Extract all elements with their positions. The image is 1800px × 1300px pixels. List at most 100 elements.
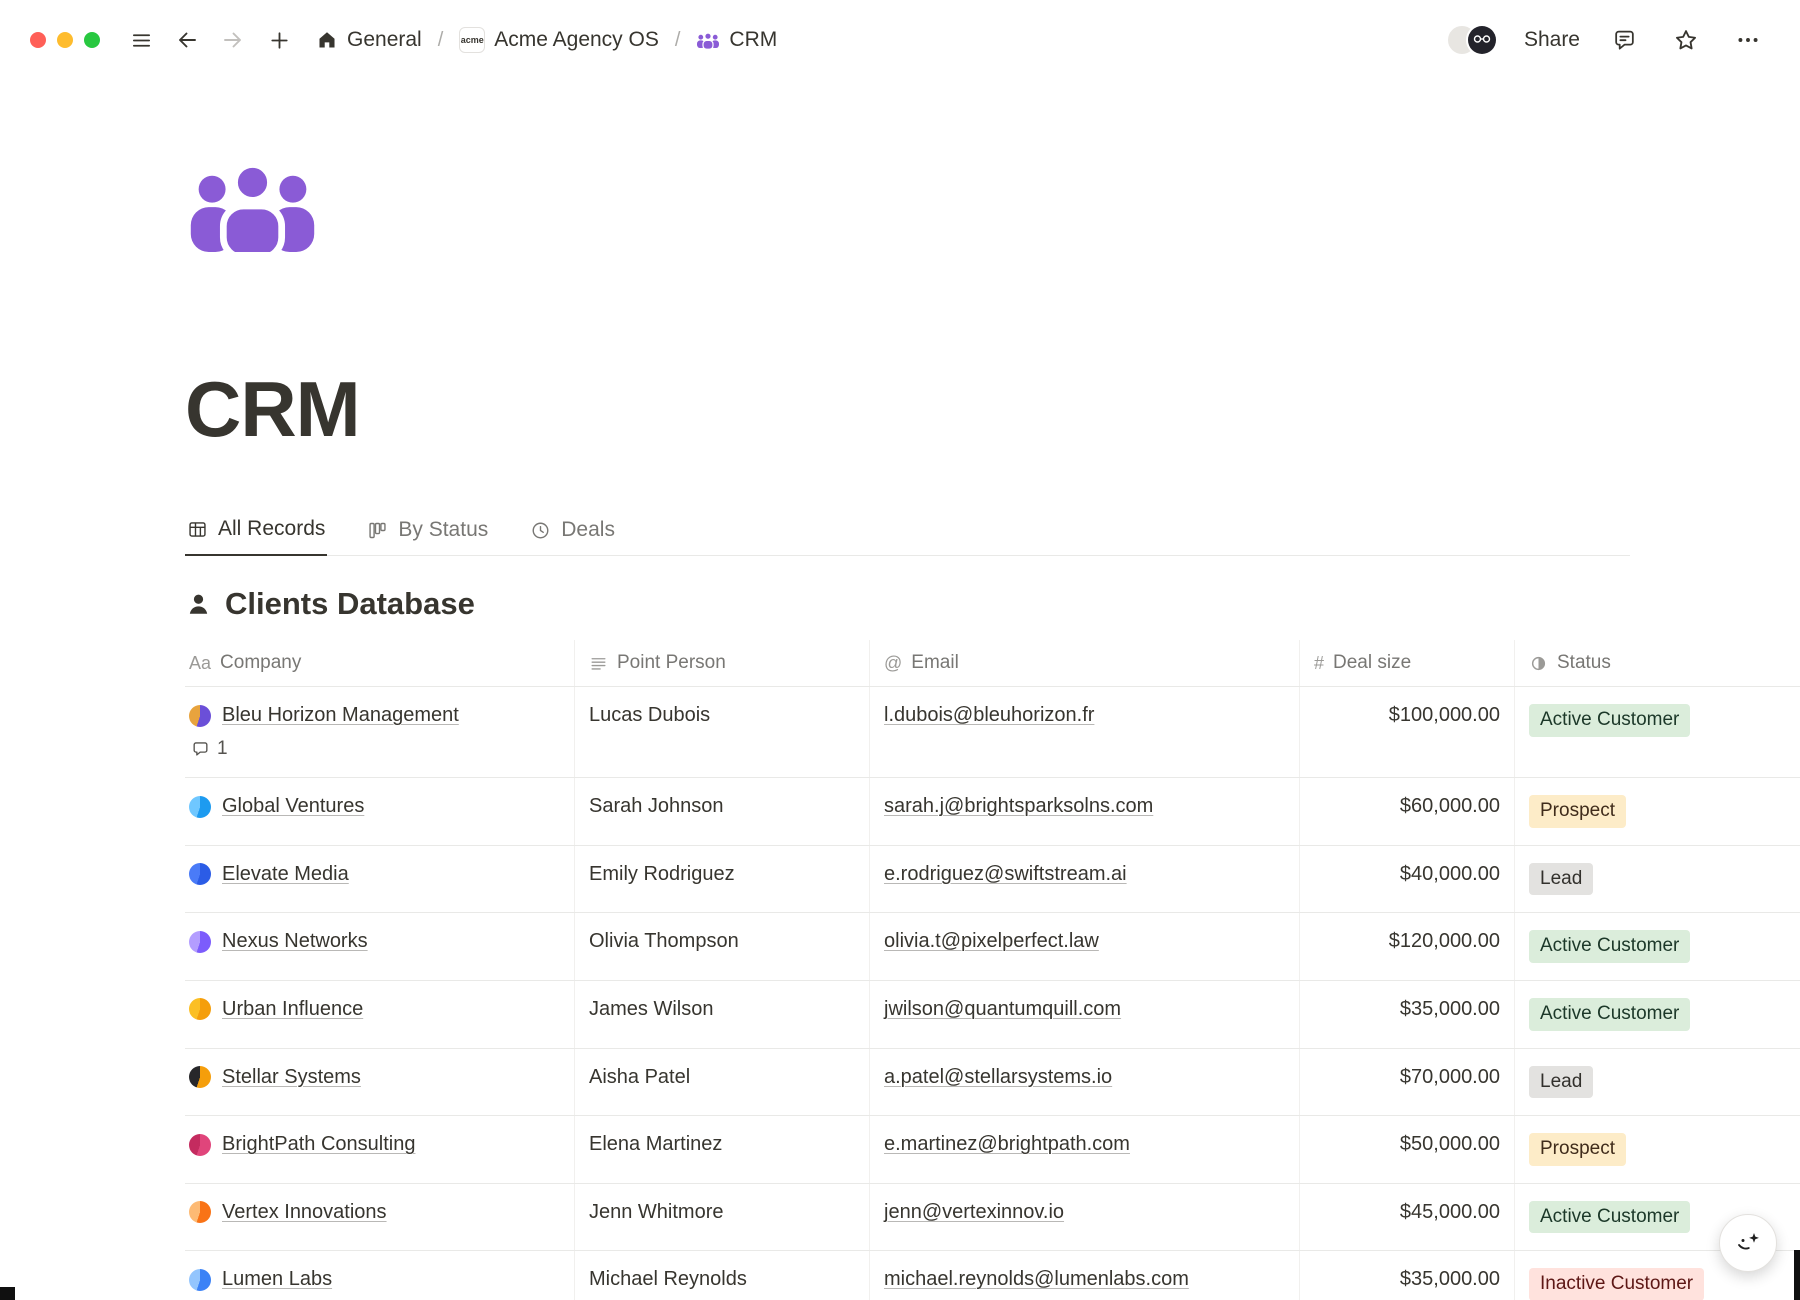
table-row[interactable]: Global Ventures Sarah Johnson sarah.j@br…: [185, 778, 1800, 846]
tab-deals[interactable]: Deals: [528, 509, 617, 556]
company-link[interactable]: BrightPath Consulting: [222, 1133, 415, 1156]
column-header-point-person[interactable]: Point Person: [575, 640, 870, 686]
status-badge[interactable]: Lead: [1529, 863, 1593, 896]
company-cell[interactable]: Bleu Horizon Management 1: [185, 687, 575, 777]
sidebar-menu-icon[interactable]: [124, 23, 158, 57]
company-cell[interactable]: Vertex Innovations: [185, 1184, 575, 1251]
table-row[interactable]: BrightPath Consulting Elena Martinez e.m…: [185, 1116, 1800, 1184]
email-cell[interactable]: e.martinez@brightpath.com: [870, 1116, 1300, 1183]
status-cell[interactable]: Prospect: [1515, 778, 1800, 845]
deal-size-cell[interactable]: $120,000.00: [1300, 913, 1515, 980]
company-link[interactable]: Vertex Innovations: [222, 1201, 387, 1224]
email-cell[interactable]: olivia.t@pixelperfect.law: [870, 913, 1300, 980]
tab-all-records[interactable]: All Records: [185, 509, 327, 556]
email-link[interactable]: jenn@vertexinnov.io: [884, 1201, 1064, 1223]
company-link[interactable]: Lumen Labs: [222, 1268, 332, 1291]
company-link[interactable]: Nexus Networks: [222, 930, 368, 953]
point-person-cell[interactable]: Aisha Patel: [575, 1049, 870, 1116]
status-badge[interactable]: Active Customer: [1529, 930, 1690, 963]
status-cell[interactable]: Lead: [1515, 846, 1800, 913]
company-cell[interactable]: Nexus Networks: [185, 913, 575, 980]
email-link[interactable]: jwilson@quantumquill.com: [884, 998, 1121, 1020]
company-cell[interactable]: Lumen Labs: [185, 1251, 575, 1300]
table-row[interactable]: Bleu Horizon Management 1 Lucas Dubois l…: [185, 687, 1800, 778]
deal-size-cell[interactable]: $100,000.00: [1300, 687, 1515, 777]
table-row[interactable]: Elevate Media Emily Rodriguez e.rodrigue…: [185, 846, 1800, 914]
point-person-cell[interactable]: Sarah Johnson: [575, 778, 870, 845]
breadcrumb-acme-agency-os[interactable]: acme Acme Agency OS: [453, 23, 665, 57]
email-link[interactable]: michael.reynolds@lumenlabs.com: [884, 1268, 1189, 1290]
status-badge[interactable]: Lead: [1529, 1066, 1593, 1099]
company-cell[interactable]: Stellar Systems: [185, 1049, 575, 1116]
email-cell[interactable]: michael.reynolds@lumenlabs.com: [870, 1251, 1300, 1300]
email-link[interactable]: e.martinez@brightpath.com: [884, 1133, 1130, 1155]
column-header-email[interactable]: @ Email: [870, 640, 1300, 686]
email-cell[interactable]: l.dubois@bleuhorizon.fr: [870, 687, 1300, 777]
status-cell[interactable]: Prospect: [1515, 1116, 1800, 1183]
company-link[interactable]: Bleu Horizon Management: [222, 704, 459, 727]
email-cell[interactable]: jwilson@quantumquill.com: [870, 981, 1300, 1048]
point-person-cell[interactable]: Emily Rodriguez: [575, 846, 870, 913]
status-badge[interactable]: Prospect: [1529, 1133, 1626, 1166]
share-button[interactable]: Share: [1524, 28, 1580, 52]
avatar[interactable]: [1466, 24, 1498, 56]
forward-icon[interactable]: [216, 23, 250, 57]
email-cell[interactable]: e.rodriguez@swiftstream.ai: [870, 846, 1300, 913]
deal-size-cell[interactable]: $45,000.00: [1300, 1184, 1515, 1251]
email-link[interactable]: e.rodriguez@swiftstream.ai: [884, 863, 1127, 885]
email-link[interactable]: sarah.j@brightsparksolns.com: [884, 795, 1153, 817]
point-person-cell[interactable]: Elena Martinez: [575, 1116, 870, 1183]
company-cell[interactable]: BrightPath Consulting: [185, 1116, 575, 1183]
close-window-button[interactable]: [30, 32, 46, 48]
company-link[interactable]: Stellar Systems: [222, 1066, 361, 1089]
table-row[interactable]: Stellar Systems Aisha Patel a.patel@stel…: [185, 1049, 1800, 1117]
breadcrumb-general[interactable]: General: [310, 24, 428, 56]
table-row[interactable]: Nexus Networks Olivia Thompson olivia.t@…: [185, 913, 1800, 981]
deal-size-cell[interactable]: $35,000.00: [1300, 981, 1515, 1048]
point-person-cell[interactable]: Jenn Whitmore: [575, 1184, 870, 1251]
column-header-deal-size[interactable]: # Deal size: [1300, 640, 1515, 686]
status-cell[interactable]: Active Customer: [1515, 913, 1800, 980]
company-link[interactable]: Urban Influence: [222, 998, 363, 1021]
company-comments[interactable]: 1: [189, 738, 560, 760]
collaborator-avatars[interactable]: [1456, 24, 1498, 56]
email-link[interactable]: olivia.t@pixelperfect.law: [884, 930, 1099, 952]
deal-size-cell[interactable]: $35,000.00: [1300, 1251, 1515, 1300]
table-row[interactable]: Lumen Labs Michael Reynolds michael.reyn…: [185, 1251, 1800, 1300]
column-header-status[interactable]: Status: [1515, 640, 1800, 686]
more-options-icon[interactable]: [1730, 22, 1766, 58]
breadcrumb-crm[interactable]: CRM: [690, 24, 783, 56]
company-link[interactable]: Elevate Media: [222, 863, 349, 886]
point-person-cell[interactable]: James Wilson: [575, 981, 870, 1048]
status-cell[interactable]: Active Customer: [1515, 981, 1800, 1048]
email-cell[interactable]: a.patel@stellarsystems.io: [870, 1049, 1300, 1116]
deal-size-cell[interactable]: $40,000.00: [1300, 846, 1515, 913]
deal-size-cell[interactable]: $70,000.00: [1300, 1049, 1515, 1116]
page-icon-people[interactable]: [185, 160, 325, 252]
status-badge[interactable]: Active Customer: [1529, 998, 1690, 1031]
status-cell[interactable]: Active Customer: [1515, 687, 1800, 777]
company-cell[interactable]: Elevate Media: [185, 846, 575, 913]
point-person-cell[interactable]: Lucas Dubois: [575, 687, 870, 777]
email-cell[interactable]: jenn@vertexinnov.io: [870, 1184, 1300, 1251]
deal-size-cell[interactable]: $50,000.00: [1300, 1116, 1515, 1183]
zoom-window-button[interactable]: [84, 32, 100, 48]
email-link[interactable]: l.dubois@bleuhorizon.fr: [884, 704, 1094, 726]
column-header-company[interactable]: Aa Company: [185, 640, 575, 686]
point-person-cell[interactable]: Michael Reynolds: [575, 1251, 870, 1300]
email-cell[interactable]: sarah.j@brightsparksolns.com: [870, 778, 1300, 845]
status-badge[interactable]: Active Customer: [1529, 1201, 1690, 1234]
status-cell[interactable]: Lead: [1515, 1049, 1800, 1116]
minimize-window-button[interactable]: [57, 32, 73, 48]
notion-ai-button[interactable]: [1719, 1214, 1777, 1272]
table-row[interactable]: Urban Influence James Wilson jwilson@qua…: [185, 981, 1800, 1049]
company-cell[interactable]: Global Ventures: [185, 778, 575, 845]
favorite-star-icon[interactable]: [1668, 22, 1704, 58]
company-link[interactable]: Global Ventures: [222, 795, 364, 818]
status-badge[interactable]: Active Customer: [1529, 704, 1690, 737]
table-row[interactable]: Vertex Innovations Jenn Whitmore jenn@ve…: [185, 1184, 1800, 1252]
company-cell[interactable]: Urban Influence: [185, 981, 575, 1048]
status-badge[interactable]: Prospect: [1529, 795, 1626, 828]
new-page-icon[interactable]: [262, 23, 296, 57]
email-link[interactable]: a.patel@stellarsystems.io: [884, 1066, 1112, 1088]
